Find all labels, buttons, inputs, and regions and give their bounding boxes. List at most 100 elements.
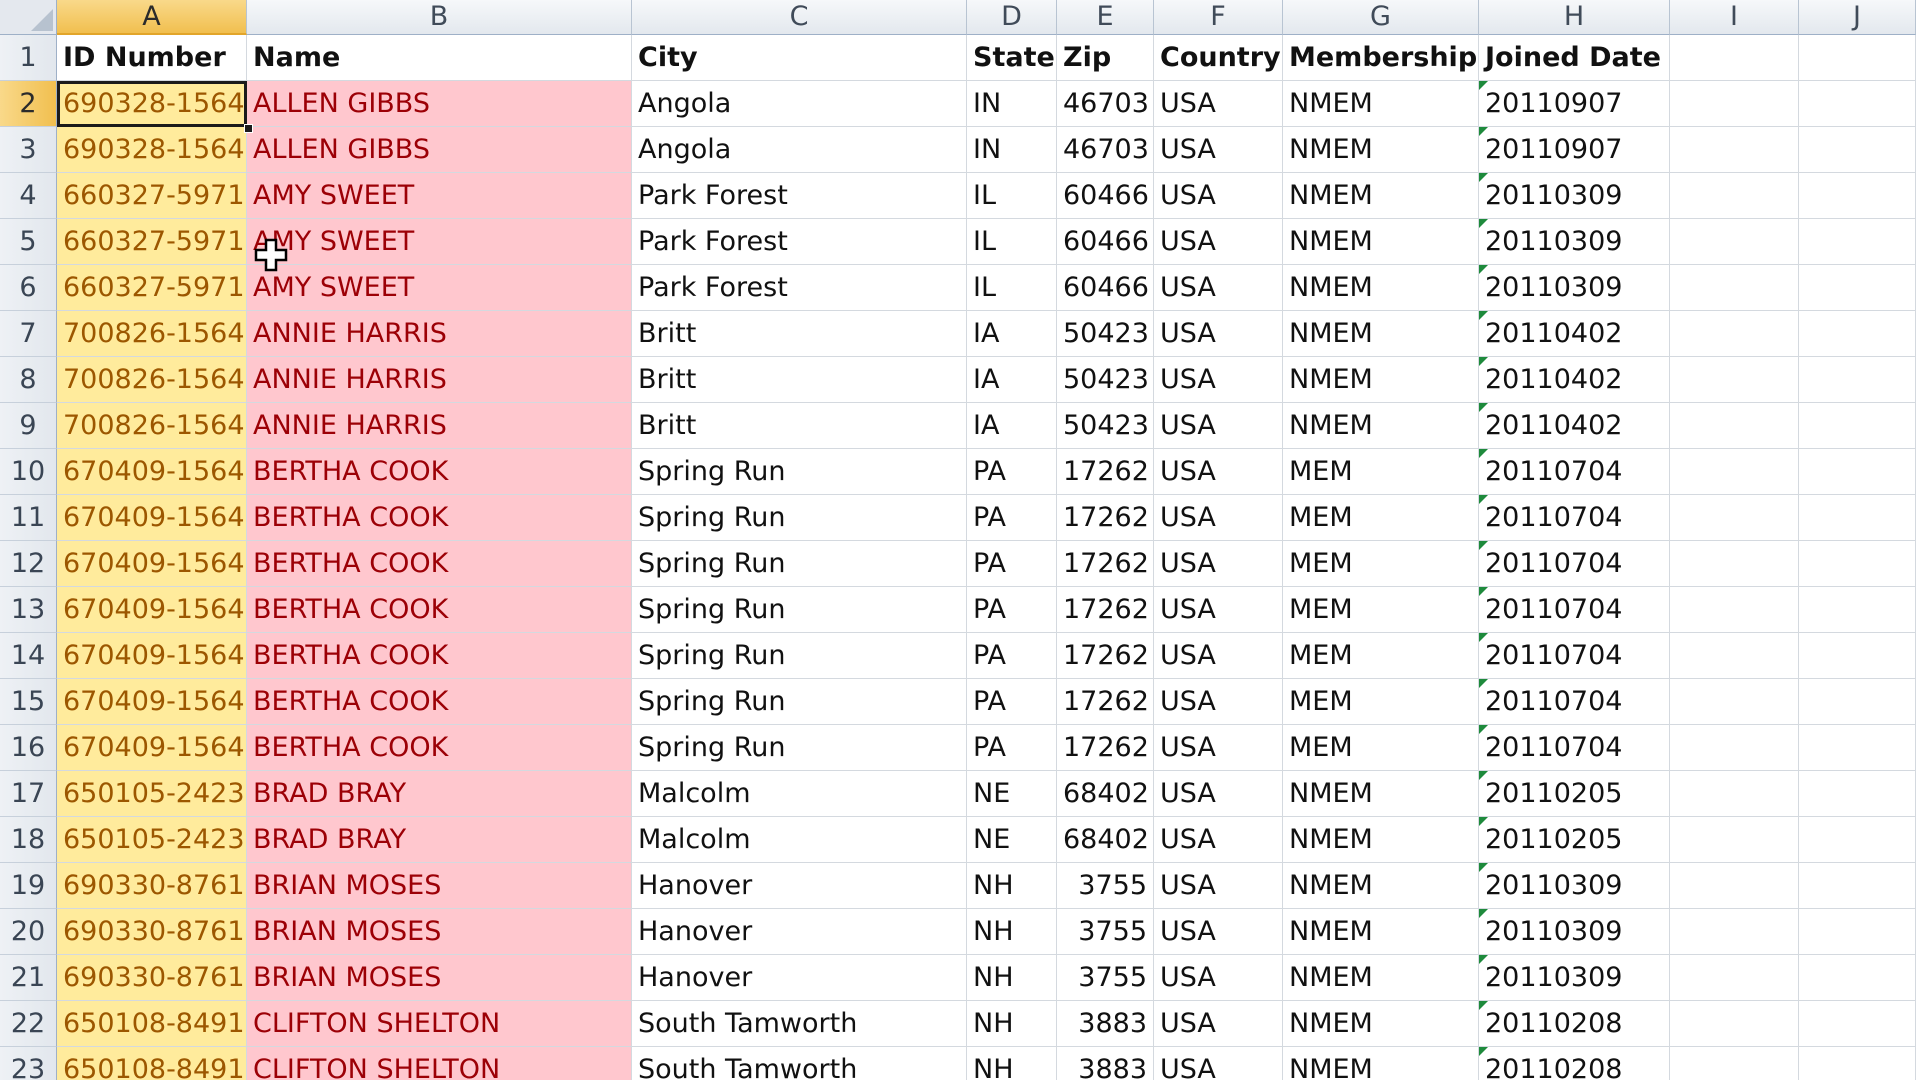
row-header[interactable]: 21	[0, 955, 57, 1001]
cell-state[interactable]: PA	[967, 679, 1057, 725]
cell-state[interactable]: IA	[967, 403, 1057, 449]
cell-country[interactable]: USA	[1154, 265, 1283, 311]
cell-membership[interactable]: MEM	[1283, 587, 1479, 633]
cell-name[interactable]: BERTHA COOK	[247, 725, 632, 771]
cell-joined-date[interactable]: 20110704	[1479, 633, 1670, 679]
spreadsheet-grid[interactable]: A B C D E F G H I J 1 ID Number Name City State Zip Coun…	[0, 0, 1920, 1080]
row-header[interactable]: 16	[0, 725, 57, 771]
row-header[interactable]: 5	[0, 219, 57, 265]
select-all-corner[interactable]	[0, 0, 57, 35]
empty-cell[interactable]	[1799, 1047, 1916, 1080]
cell-country[interactable]: USA	[1154, 725, 1283, 771]
cell-zip[interactable]: 60466	[1057, 219, 1154, 265]
cell-membership[interactable]: MEM	[1283, 449, 1479, 495]
empty-cell[interactable]	[1799, 495, 1916, 541]
cell-membership[interactable]: NMEM	[1283, 219, 1479, 265]
cell-id-number[interactable]: 670409-1564	[57, 449, 247, 495]
column-header-a[interactable]: A	[57, 0, 247, 35]
cell-joined-date[interactable]: 20110704	[1479, 495, 1670, 541]
empty-cell[interactable]	[1670, 679, 1799, 725]
cell-state[interactable]: PA	[967, 725, 1057, 771]
fill-handle[interactable]	[244, 124, 253, 133]
cell-country[interactable]: USA	[1154, 909, 1283, 955]
cell-city[interactable]: Park Forest	[632, 265, 967, 311]
cell-country[interactable]: USA	[1154, 403, 1283, 449]
cell-id-number[interactable]: 670409-1564	[57, 587, 247, 633]
cell-id-number[interactable]: 690328-1564	[57, 127, 247, 173]
header-cell-country[interactable]: Country	[1154, 35, 1283, 81]
empty-cell[interactable]	[1670, 863, 1799, 909]
empty-cell[interactable]	[1670, 1047, 1799, 1080]
empty-cell[interactable]	[1670, 771, 1799, 817]
cell-joined-date[interactable]: 20110205	[1479, 771, 1670, 817]
cell-zip[interactable]: 46703	[1057, 127, 1154, 173]
cell-country[interactable]: USA	[1154, 127, 1283, 173]
empty-cell[interactable]	[1670, 219, 1799, 265]
cell-country[interactable]: USA	[1154, 81, 1283, 127]
cell-zip[interactable]: 17262	[1057, 541, 1154, 587]
cell-membership[interactable]: MEM	[1283, 633, 1479, 679]
empty-cell[interactable]	[1670, 35, 1799, 81]
cell-name[interactable]: BRIAN MOSES	[247, 909, 632, 955]
cell-state[interactable]: IN	[967, 127, 1057, 173]
empty-cell[interactable]	[1799, 541, 1916, 587]
row-header[interactable]: 18	[0, 817, 57, 863]
cell-zip[interactable]: 17262	[1057, 725, 1154, 771]
cell-name[interactable]: AMY SWEET	[247, 173, 632, 219]
cell-name[interactable]: BERTHA COOK	[247, 633, 632, 679]
cell-membership[interactable]: MEM	[1283, 725, 1479, 771]
empty-cell[interactable]	[1670, 495, 1799, 541]
cell-zip[interactable]: 3755	[1057, 909, 1154, 955]
cell-city[interactable]: Hanover	[632, 909, 967, 955]
cell-zip[interactable]: 50423	[1057, 311, 1154, 357]
cell-zip[interactable]: 68402	[1057, 771, 1154, 817]
cell-state[interactable]: NH	[967, 955, 1057, 1001]
cell-id-number[interactable]: 660327-5971	[57, 219, 247, 265]
cell-id-number[interactable]: 670409-1564	[57, 633, 247, 679]
cell-city[interactable]: Spring Run	[632, 725, 967, 771]
cell-city[interactable]: Hanover	[632, 955, 967, 1001]
row-header[interactable]: 2	[0, 81, 57, 127]
cell-city[interactable]: Malcolm	[632, 817, 967, 863]
row-header[interactable]: 22	[0, 1001, 57, 1047]
empty-cell[interactable]	[1799, 725, 1916, 771]
cell-country[interactable]: USA	[1154, 771, 1283, 817]
column-header-c[interactable]: C	[632, 0, 967, 35]
row-header[interactable]: 9	[0, 403, 57, 449]
cell-id-number[interactable]: 660327-5971	[57, 265, 247, 311]
cell-zip[interactable]: 3755	[1057, 863, 1154, 909]
row-header[interactable]: 15	[0, 679, 57, 725]
cell-name[interactable]: BRAD BRAY	[247, 771, 632, 817]
cell-name[interactable]: BERTHA COOK	[247, 495, 632, 541]
cell-membership[interactable]: NMEM	[1283, 311, 1479, 357]
cell-membership[interactable]: MEM	[1283, 495, 1479, 541]
empty-cell[interactable]	[1670, 817, 1799, 863]
column-header-e[interactable]: E	[1057, 0, 1154, 35]
cell-state[interactable]: IA	[967, 357, 1057, 403]
empty-cell[interactable]	[1799, 219, 1916, 265]
empty-cell[interactable]	[1799, 35, 1916, 81]
header-cell-joined-date[interactable]: Joined Date	[1479, 35, 1670, 81]
cell-name[interactable]: BERTHA COOK	[247, 449, 632, 495]
empty-cell[interactable]	[1799, 679, 1916, 725]
cell-zip[interactable]: 17262	[1057, 495, 1154, 541]
row-header[interactable]: 10	[0, 449, 57, 495]
cell-joined-date[interactable]: 20110907	[1479, 81, 1670, 127]
cell-id-number[interactable]: 670409-1564	[57, 495, 247, 541]
cell-state[interactable]: NH	[967, 909, 1057, 955]
cell-zip[interactable]: 68402	[1057, 817, 1154, 863]
empty-cell[interactable]	[1799, 127, 1916, 173]
cell-city[interactable]: Spring Run	[632, 679, 967, 725]
cell-name[interactable]: ANNIE HARRIS	[247, 357, 632, 403]
cell-joined-date[interactable]: 20110205	[1479, 817, 1670, 863]
cell-id-number[interactable]: 700826-1564	[57, 403, 247, 449]
row-header[interactable]: 11	[0, 495, 57, 541]
cell-country[interactable]: USA	[1154, 817, 1283, 863]
cell-membership[interactable]: NMEM	[1283, 817, 1479, 863]
cell-state[interactable]: IA	[967, 311, 1057, 357]
cell-city[interactable]: South Tamworth	[632, 1001, 967, 1047]
cell-city[interactable]: South Tamworth	[632, 1047, 967, 1080]
cell-joined-date[interactable]: 20110907	[1479, 127, 1670, 173]
cell-id-number[interactable]: 670409-1564	[57, 725, 247, 771]
empty-cell[interactable]	[1670, 403, 1799, 449]
